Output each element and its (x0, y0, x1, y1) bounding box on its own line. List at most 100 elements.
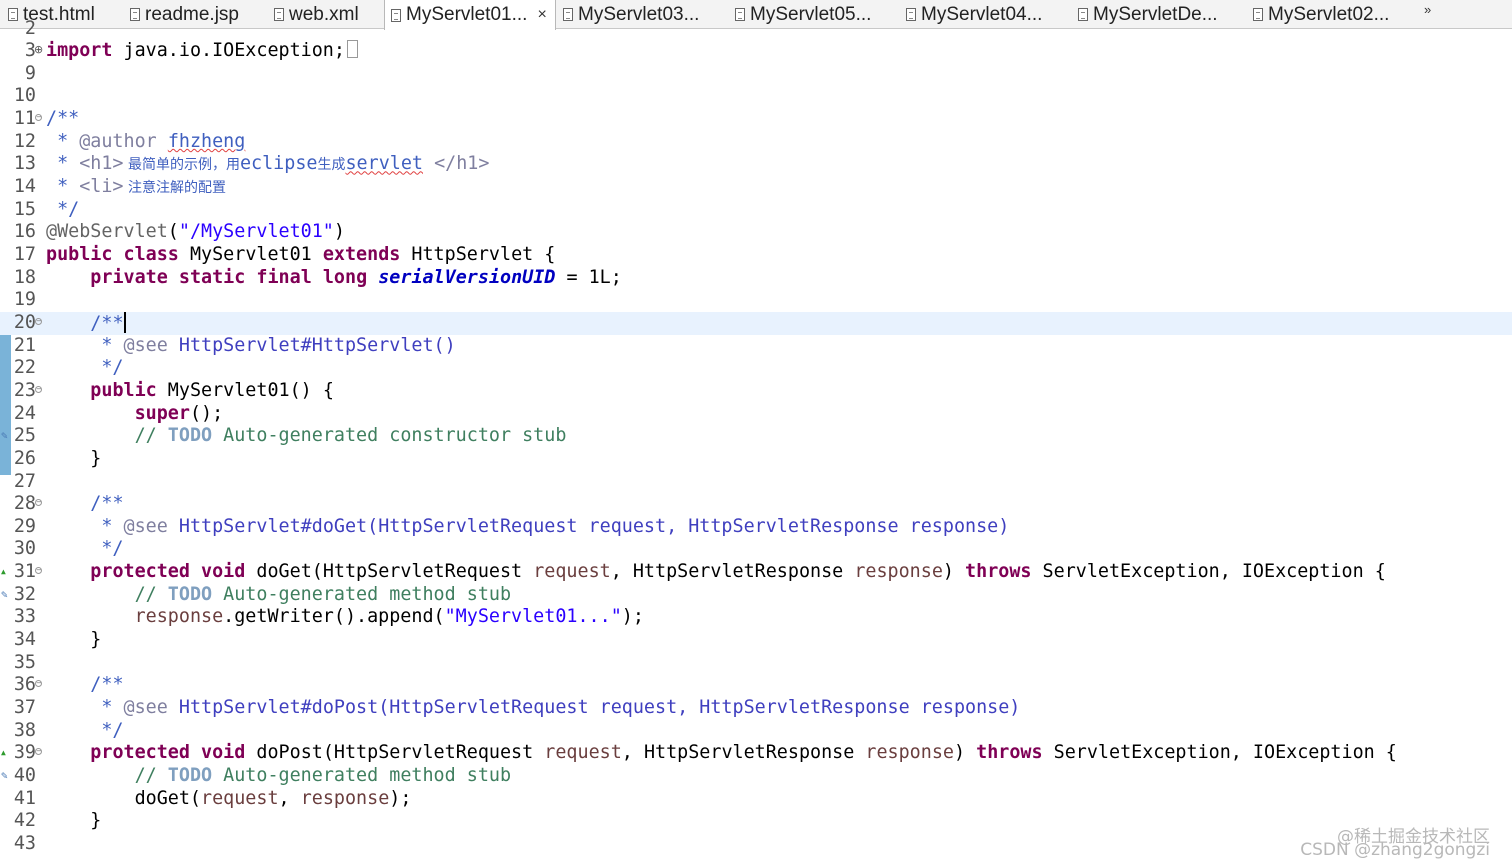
code-line[interactable]: 23− public MyServlet01() { (0, 380, 1512, 403)
code-token: private (90, 266, 168, 288)
code-line[interactable]: 15 */ (0, 199, 1512, 222)
code-token: request (201, 787, 279, 809)
code-token: ) (942, 561, 966, 583)
code-line[interactable]: 13 * <h1> 最简单的示例，用eclipse生成servlet </h1> (0, 153, 1512, 176)
code-text: // TODO Auto-generated method stub (46, 765, 511, 788)
code-line[interactable]: 39− ▲ protected void doPost(HttpServletRe… (0, 742, 1512, 765)
code-line[interactable]: 20− /** (0, 311, 1512, 335)
code-line[interactable]: 11−/** (0, 108, 1512, 131)
code-token: ServletException, IOException { (1042, 742, 1397, 764)
code-line[interactable]: 25 ✎ // TODO Auto-generated constructor s… (0, 425, 1512, 448)
code-line[interactable]: 31− ▲ protected void doGet(HttpServletReq… (0, 561, 1512, 584)
code-line[interactable]: 37 * @see HttpServlet#doPost(HttpServlet… (0, 697, 1512, 720)
code-token: , HttpServletResponse (621, 742, 866, 764)
code-text: /** (46, 674, 124, 697)
code-token: response (134, 606, 224, 628)
tab-overflow-button[interactable]: » (1424, 2, 1431, 17)
code-token: super (134, 402, 190, 424)
code-line[interactable]: 43 (0, 833, 1512, 856)
folded-imports-box[interactable] (346, 40, 358, 59)
collapse-fold-icon[interactable]: − (35, 114, 42, 122)
code-token: */ (46, 357, 124, 379)
code-line[interactable]: 42 } (0, 810, 1512, 833)
code-line[interactable]: 28− /** (0, 493, 1512, 516)
code-line[interactable]: 19 (0, 289, 1512, 312)
code-text: * <li> 注意注解的配置 (46, 176, 226, 200)
line-number: 22 (13, 357, 36, 379)
code-text: } (46, 448, 101, 471)
code-text: super(); (46, 402, 224, 426)
collapse-fold-icon[interactable]: − (35, 748, 42, 756)
line-number: 25 (13, 425, 36, 447)
code-line[interactable]: 33 response.getWriter().append("MyServle… (0, 606, 1512, 629)
code-line[interactable]: 10 (0, 85, 1512, 108)
code-line[interactable]: 35 (0, 652, 1512, 675)
code-token: } (46, 629, 102, 651)
code-line[interactable]: 21 * @see HttpServlet#HttpServlet() (0, 335, 1512, 358)
line-number: 17 (13, 244, 36, 265)
line-number: 21 (13, 334, 36, 356)
code-token: 生成 (317, 157, 346, 174)
code-line[interactable]: 16 @WebServlet("/MyServlet01") (0, 221, 1512, 244)
code-text: /** (46, 493, 123, 516)
code-editor[interactable]: 2 3 ⊕ import java.io.IOException; 9 10 11−/** 1… (0, 18, 1512, 867)
code-token: */ (46, 719, 124, 741)
code-line[interactable]: 2 (0, 18, 1512, 41)
code-line[interactable]: 22 */ (0, 357, 1512, 380)
code-token: request (544, 742, 622, 764)
code-text: private static final long serialVersionU… (46, 267, 622, 290)
collapse-fold-icon[interactable]: − (35, 385, 42, 393)
code-token: public (46, 244, 113, 265)
code-token: protected (90, 561, 190, 583)
code-line[interactable]: 41 doGet(request, response); (0, 788, 1512, 811)
code-token: /** (90, 674, 124, 696)
task-marker-icon[interactable]: ✎ (1, 765, 8, 788)
code-text: } (46, 629, 101, 652)
code-line[interactable]: 26 } (0, 448, 1512, 471)
code-line[interactable]: 38 */ (0, 720, 1512, 743)
code-text: * @see HttpServlet#doPost(HttpServletReq… (46, 697, 1020, 720)
expand-fold-icon[interactable]: ⊕ (34, 44, 43, 55)
code-text: protected void doPost(HttpServletRequest… (46, 742, 1397, 765)
code-line[interactable]: 12 * @author fhzheng (0, 131, 1512, 154)
code-line[interactable]: 17 public class MyServlet01 extends HttpS… (0, 244, 1512, 267)
code-line[interactable]: 9 (0, 63, 1512, 86)
code-line[interactable]: 34 } (0, 629, 1512, 652)
code-line[interactable]: 36− /** (0, 674, 1512, 697)
collapse-fold-icon[interactable]: − (35, 499, 42, 507)
override-marker-icon[interactable]: ▲ (1, 561, 6, 584)
code-line[interactable]: 32 ✎ // TODO Auto-generated method stub (0, 584, 1512, 607)
collapse-fold-icon[interactable]: − (35, 317, 42, 325)
code-line[interactable]: 3 ⊕ import java.io.IOException; (0, 40, 1512, 63)
code-line[interactable]: 18 private static final long serialVersi… (0, 267, 1512, 290)
code-token: MyServlet01 (178, 244, 323, 265)
code-token: TODO (167, 764, 213, 786)
code-line[interactable]: 29 * @see HttpServlet#doGet(HttpServletR… (0, 516, 1512, 539)
code-token: } (46, 810, 102, 832)
override-marker-icon[interactable]: ▲ (1, 742, 6, 765)
code-token: * (46, 153, 80, 175)
task-marker-icon[interactable]: ✎ (1, 425, 8, 448)
code-text: // TODO Auto-generated method stub (46, 584, 511, 607)
code-token: HttpServlet { (400, 244, 556, 265)
task-marker-icon[interactable]: ✎ (1, 584, 8, 607)
line-number: 2 (24, 17, 36, 39)
code-token: java.io.IOException; (112, 40, 345, 62)
line-number: 41 (13, 787, 36, 809)
code-line[interactable]: 27 (0, 471, 1512, 494)
code-line[interactable]: 30 */ (0, 538, 1512, 561)
code-line[interactable]: 24 super(); (0, 403, 1512, 426)
code-line[interactable]: 40 ✎ // TODO Auto-generated method stub (0, 765, 1512, 788)
code-token: ( (167, 221, 179, 243)
code-token: static (178, 266, 246, 288)
collapse-fold-icon[interactable]: − (35, 680, 42, 688)
code-line[interactable]: 14 * <li> 注意注解的配置 (0, 176, 1512, 199)
code-token: "/MyServlet01" (178, 221, 334, 243)
collapse-fold-icon[interactable]: − (35, 567, 42, 575)
code-token: doGet( (46, 787, 202, 809)
